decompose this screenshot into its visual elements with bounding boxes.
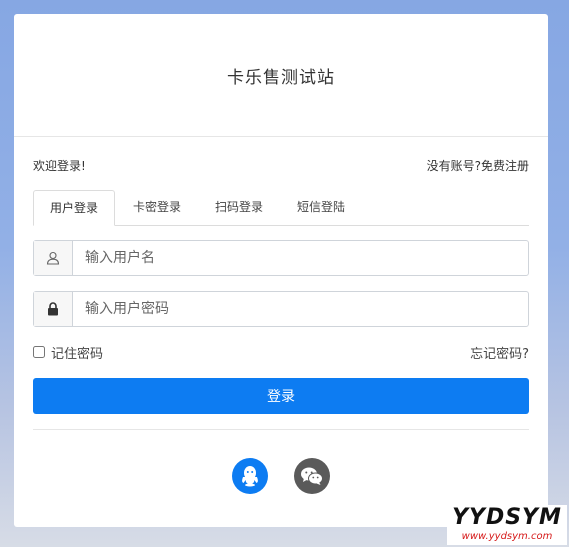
site-watermark: YYDSYM www.yydsym.com — [447, 505, 567, 545]
username-input[interactable] — [73, 241, 528, 275]
password-group — [33, 291, 529, 327]
welcome-row: 欢迎登录! 没有账号?免费注册 — [33, 157, 529, 174]
user-icon — [34, 241, 73, 275]
remember-checkbox[interactable] — [33, 346, 45, 358]
watermark-logo: YYDSYM — [452, 505, 562, 530]
divider — [33, 429, 529, 430]
wechat-icon[interactable] — [294, 458, 330, 494]
forgot-password-link[interactable]: 忘记密码? — [470, 343, 529, 362]
tab-qrcode-login[interactable]: 扫码登录 — [199, 190, 279, 224]
tab-sms-login[interactable]: 短信登陆 — [281, 190, 361, 224]
watermark-url: www.yydsym.com — [461, 531, 553, 542]
password-input[interactable] — [73, 292, 528, 326]
tab-card-login[interactable]: 卡密登录 — [117, 190, 197, 224]
login-header: 卡乐售测试站 — [14, 14, 548, 137]
username-group — [33, 240, 529, 276]
register-link[interactable]: 没有账号?免费注册 — [427, 157, 529, 174]
social-login — [14, 458, 548, 494]
tab-user-login[interactable]: 用户登录 — [33, 190, 116, 226]
login-card: 卡乐售测试站 欢迎登录! 没有账号?免费注册 用户登录 卡密登录 扫码登录 短信… — [14, 14, 548, 527]
qq-icon[interactable] — [232, 458, 268, 494]
remember-label: 记住密码 — [51, 346, 104, 362]
login-tabs: 用户登录 卡密登录 扫码登录 短信登陆 — [33, 190, 529, 226]
remember-row: 记住密码 忘记密码? — [33, 343, 529, 362]
site-title: 卡乐售测试站 — [227, 67, 335, 88]
remember-option[interactable]: 记住密码 — [33, 343, 103, 362]
lock-icon — [34, 292, 73, 326]
login-button[interactable]: 登录 — [33, 378, 529, 414]
welcome-text: 欢迎登录! — [33, 159, 86, 173]
